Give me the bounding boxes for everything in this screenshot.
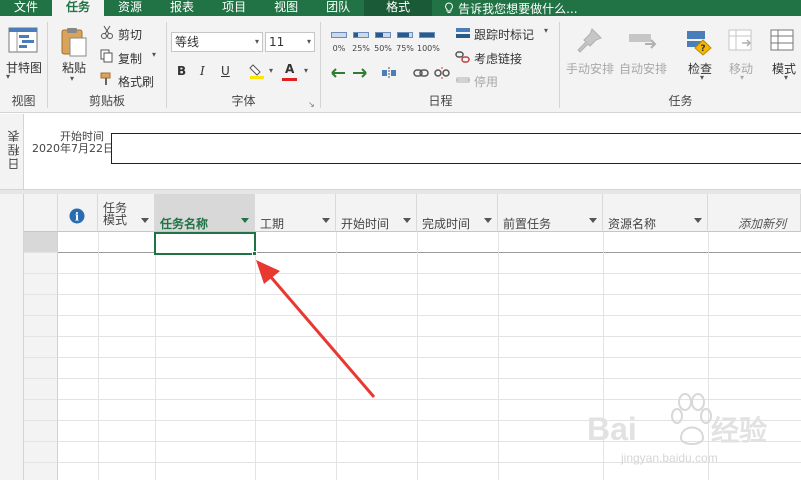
- svg-text:jingyan.baidu.com: jingyan.baidu.com: [620, 451, 718, 465]
- baidu-logo-icon: Bai 经验 jingyan.baidu.com: [587, 393, 767, 465]
- annotation-arrow-head: [256, 260, 280, 284]
- baidu-watermark: Bai 经验 jingyan.baidu.com: [585, 388, 800, 468]
- annotation-arrow-shaft: [268, 275, 376, 398]
- svg-text:Bai: Bai: [587, 411, 637, 447]
- svg-text:经验: 经验: [711, 414, 767, 447]
